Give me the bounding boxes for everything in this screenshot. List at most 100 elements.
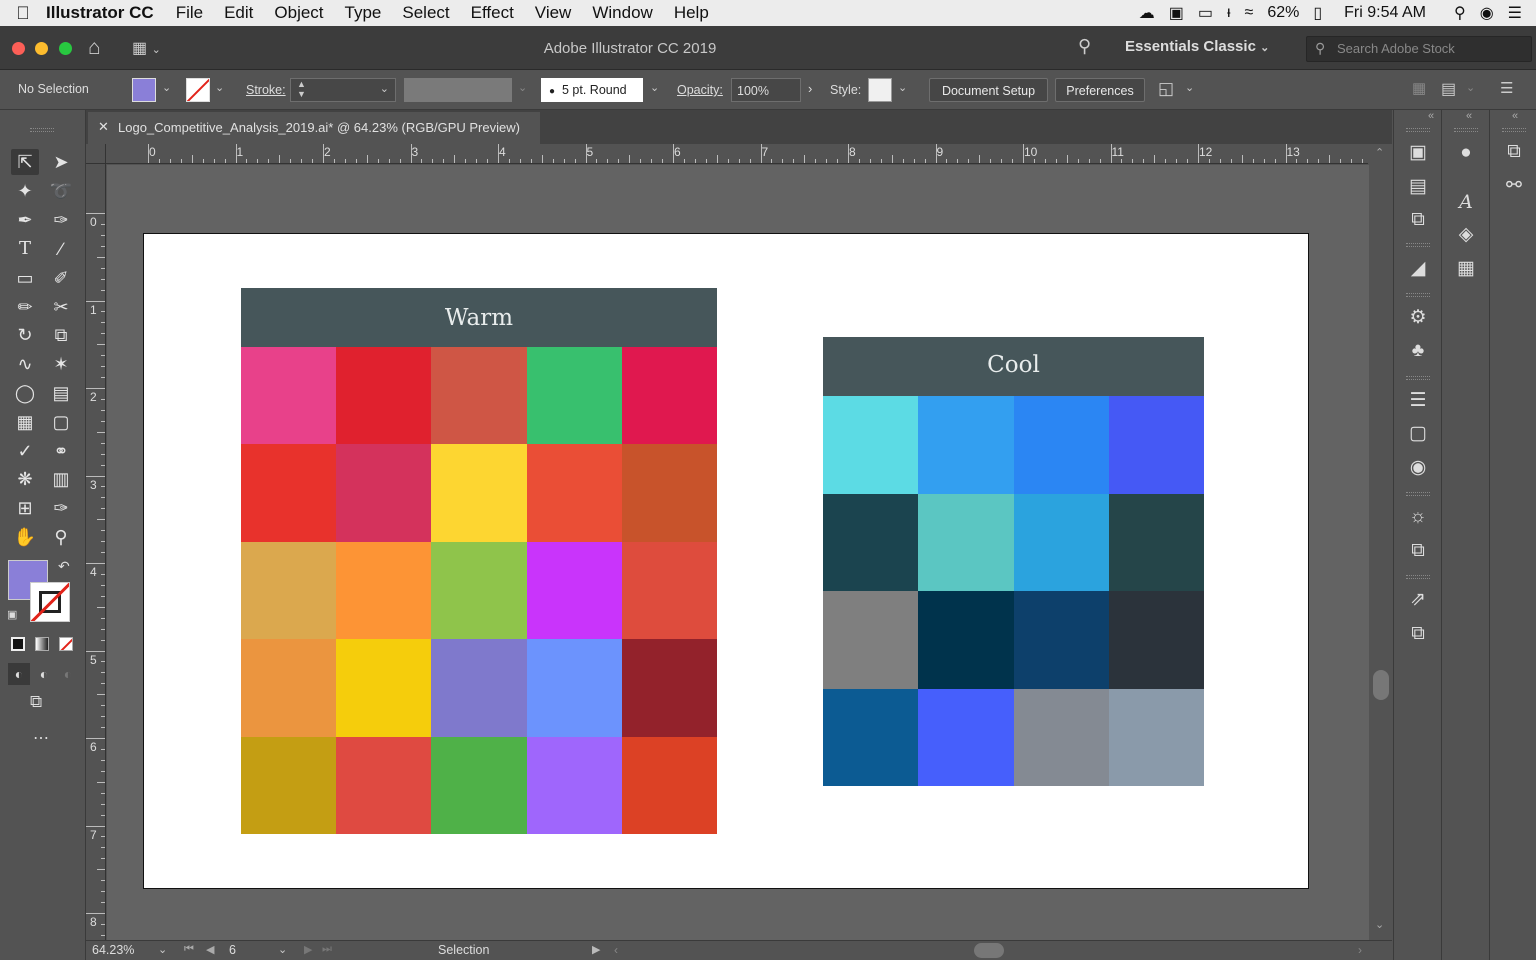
color-swatch[interactable]	[241, 541, 337, 640]
close-tab-icon[interactable]: ✕	[98, 119, 109, 135]
stock-search-input[interactable]: ⚲ Search Adobe Stock	[1306, 36, 1532, 62]
color-swatch[interactable]	[526, 639, 622, 737]
color-swatch[interactable]	[336, 347, 432, 445]
properties-panel-icon[interactable]: ⧉	[1501, 139, 1527, 165]
blend-tool-icon[interactable]: ⚭	[47, 438, 75, 464]
stroke-weight-stepper[interactable]: ▲ ▼ ⌄	[290, 78, 396, 102]
color-swatch[interactable]	[1013, 688, 1109, 786]
menu-file[interactable]: File	[176, 3, 203, 23]
default-colors-icon[interactable]: ▣	[7, 608, 17, 621]
vertical-scrollbar[interactable]: ⌃ ⌄	[1370, 144, 1392, 940]
opacity-arrow-icon[interactable]: ›	[808, 81, 812, 96]
horizontal-ruler[interactable]: 0 1 2 3 4 5 6 7 8 9 10 11 12 13	[106, 144, 1368, 164]
color-swatch[interactable]	[431, 444, 527, 542]
color-swatch[interactable]	[621, 347, 717, 445]
color-swatch[interactable]	[336, 639, 432, 737]
cool-palette[interactable]: Cool	[823, 337, 1204, 786]
scroll-up-icon[interactable]: ⌃	[1375, 146, 1384, 159]
scissors-tool-icon[interactable]: ✂	[47, 294, 75, 320]
color-swatch[interactable]	[1108, 493, 1204, 591]
spotlight-search-icon[interactable]: ⚲	[1454, 3, 1466, 23]
color-swatch[interactable]	[1108, 591, 1204, 689]
vertical-ruler[interactable]: 0 1 2 3 4 5 6 7 8	[86, 144, 106, 940]
panel-grip[interactable]	[1406, 575, 1430, 579]
color-swatch[interactable]	[918, 493, 1014, 591]
change-screen-mode-icon[interactable]: ⧉	[30, 692, 42, 712]
artboard-number-input[interactable]: 6	[226, 942, 274, 960]
gradient-tool-icon[interactable]: ▢	[47, 409, 75, 435]
artboard[interactable]: Warm Cool	[143, 233, 1309, 889]
color-swatch[interactable]	[621, 444, 717, 542]
apple-menu-icon[interactable]: 	[0, 3, 46, 24]
swap-colors-icon[interactable]: ↶	[58, 558, 70, 575]
color-swatch[interactable]	[1013, 493, 1109, 591]
style-dropdown-icon[interactable]: ⌄	[898, 81, 907, 94]
menu-view[interactable]: View	[535, 3, 572, 23]
panel-grip[interactable]	[1502, 128, 1526, 132]
stroke-dropdown-icon[interactable]: ⌄	[215, 81, 224, 94]
menu-help[interactable]: Help	[674, 3, 709, 23]
opacity-input[interactable]: 100%	[731, 78, 801, 102]
mesh-tool-icon[interactable]: ▦	[11, 409, 39, 435]
color-swatch[interactable]	[336, 736, 432, 834]
scroll-left-icon[interactable]: ‹	[614, 943, 618, 957]
expand-panels-icon[interactable]: «	[1428, 110, 1434, 122]
airplay-icon[interactable]: ▭	[1198, 3, 1213, 23]
color-swatch[interactable]	[621, 639, 717, 737]
color-swatch[interactable]	[431, 736, 527, 834]
draw-inside-icon[interactable]: ◐	[57, 663, 79, 685]
stroke-color-box[interactable]	[30, 582, 70, 622]
color-swatch[interactable]	[336, 444, 432, 542]
brushes-panel-icon[interactable]: ⚙	[1405, 305, 1431, 331]
menu-select[interactable]: Select	[402, 3, 449, 23]
libraries-panel-icon[interactable]: ⚯	[1501, 173, 1527, 199]
transform-dropdown-icon[interactable]: ⌄	[1185, 81, 1194, 94]
preferences-button[interactable]: Preferences	[1055, 78, 1145, 102]
fill-swatch[interactable]	[132, 78, 156, 102]
column-graph-tool-icon[interactable]: ▥	[47, 466, 75, 492]
color-swatch[interactable]	[431, 347, 527, 445]
color-panel-icon[interactable]: ●	[1453, 140, 1479, 166]
home-icon[interactable]: ⌂	[88, 36, 101, 60]
character-panel-icon[interactable]: A	[1453, 189, 1479, 215]
color-swatch[interactable]	[823, 396, 919, 494]
panel-grip[interactable]	[1454, 128, 1478, 132]
symbol-sprayer-tool-icon[interactable]: ❋	[11, 466, 39, 492]
previous-artboard-icon[interactable]: ◀	[206, 943, 214, 956]
distribute-icon[interactable]: ▦	[1412, 79, 1426, 97]
zoom-dropdown-icon[interactable]: ⌄	[158, 943, 167, 956]
align-panel-icon[interactable]: ▤	[1405, 174, 1431, 200]
color-swatch[interactable]	[526, 541, 622, 640]
creative-cloud-icon[interactable]: ☁	[1139, 3, 1155, 23]
draw-behind-icon[interactable]: ◐	[33, 663, 55, 685]
slice-tool-icon[interactable]: ✑	[47, 495, 75, 521]
panel-menu-icon[interactable]: ☰	[1500, 79, 1513, 97]
rotate-tool-icon[interactable]: ↻	[11, 322, 39, 348]
first-artboard-icon[interactable]: ⏮	[184, 943, 194, 956]
gradient-panel-icon[interactable]: ▢	[1405, 421, 1431, 447]
clock[interactable]: Fri 9:54 AM	[1344, 4, 1426, 22]
color-swatch[interactable]	[1108, 688, 1204, 786]
opacity-label[interactable]: Opacity:	[677, 83, 723, 97]
menu-type[interactable]: Type	[345, 3, 382, 23]
lasso-tool-icon[interactable]: ➰	[47, 178, 75, 204]
panel-grip[interactable]	[1406, 243, 1430, 247]
transparency-panel-icon[interactable]: ◉	[1405, 455, 1431, 481]
horizontal-scroll-thumb[interactable]	[974, 943, 1004, 958]
color-swatch[interactable]	[823, 493, 919, 591]
export-panel-icon[interactable]: ⇗	[1405, 587, 1431, 613]
symbols-panel-icon[interactable]: ♣	[1405, 338, 1431, 364]
color-swatch[interactable]	[431, 541, 527, 640]
warm-palette[interactable]: Warm	[241, 288, 717, 834]
graphic-styles-panel-icon[interactable]: ⧉	[1405, 538, 1431, 564]
color-swatch[interactable]	[431, 639, 527, 737]
color-swatch[interactable]	[241, 639, 337, 737]
type-tool-icon[interactable]: T	[11, 236, 39, 262]
expand-panels-icon[interactable]: «	[1466, 110, 1472, 122]
color-swatch[interactable]	[526, 444, 622, 542]
artboard-tool-icon[interactable]: ⊞	[11, 495, 39, 521]
panel-grip[interactable]	[1406, 293, 1430, 297]
stroke-panel-icon[interactable]: ☰	[1405, 388, 1431, 414]
brush-dropdown-icon[interactable]: ⌄	[650, 81, 659, 94]
color-swatch[interactable]	[241, 444, 337, 542]
